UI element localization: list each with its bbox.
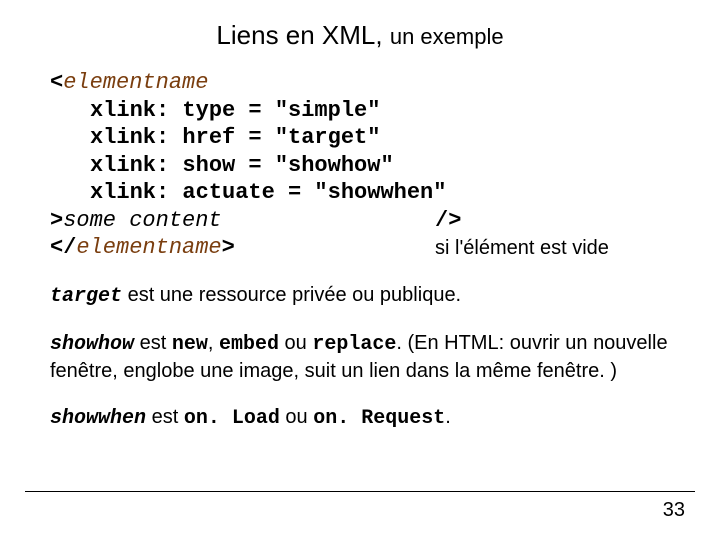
element-open: elementname <box>63 70 208 95</box>
p2-text3: ou <box>279 332 312 354</box>
title-main: Liens en XML, <box>216 20 389 50</box>
open-bracket: < <box>50 70 63 95</box>
paragraph-2: showhow est new, embed ou replace. (En H… <box>50 330 670 384</box>
code-attr-4: xlink: actuate = "showwhen" <box>50 179 670 207</box>
code-line-open: <elementname <box>50 69 670 97</box>
element-close: elementname <box>76 235 221 260</box>
p1-code1: target <box>50 285 122 308</box>
paragraph-1: target est une ressource privée ou publi… <box>50 282 670 310</box>
p3-code2: on. Load <box>184 407 280 430</box>
code-line-content: >some content /> <box>50 207 670 235</box>
p3-code3: on. Request <box>313 407 445 430</box>
p2-code4: replace <box>312 333 396 356</box>
paragraph-3: showwhen est on. Load ou on. Request. <box>50 404 670 432</box>
p2-code2: new <box>172 333 208 356</box>
close-end: > <box>222 235 235 260</box>
p2-code3: embed <box>219 333 279 356</box>
p3-text3: . <box>445 406 451 428</box>
p2-code1: showhow <box>50 333 134 356</box>
title-sub: un exemple <box>390 24 504 49</box>
page-number: 33 <box>663 499 685 522</box>
p2-text1: est <box>134 332 172 354</box>
footer-rule <box>25 491 695 492</box>
code-attr-3: xlink: show = "showhow" <box>50 152 670 180</box>
empty-note: si l'élément est vide <box>435 236 609 261</box>
code-line-close: </elementname> si l'élément est vide <box>50 234 670 262</box>
close-open: </ <box>50 235 76 260</box>
close-bracket: > <box>50 208 63 233</box>
self-close: /> <box>435 207 461 235</box>
p1-text1: est une ressource privée ou publique. <box>122 284 461 306</box>
code-attr-2: xlink: href = "target" <box>50 124 670 152</box>
p3-code1: showwhen <box>50 407 146 430</box>
code-example: <elementname xlink: type = "simple" xlin… <box>50 69 670 262</box>
code-attr-1: xlink: type = "simple" <box>50 97 670 125</box>
content-text: some content <box>63 208 221 233</box>
p3-text1: est <box>146 406 184 428</box>
p2-text2: , <box>208 332 219 354</box>
p3-text2: ou <box>280 406 313 428</box>
slide-title: Liens en XML, un exemple <box>50 20 670 51</box>
